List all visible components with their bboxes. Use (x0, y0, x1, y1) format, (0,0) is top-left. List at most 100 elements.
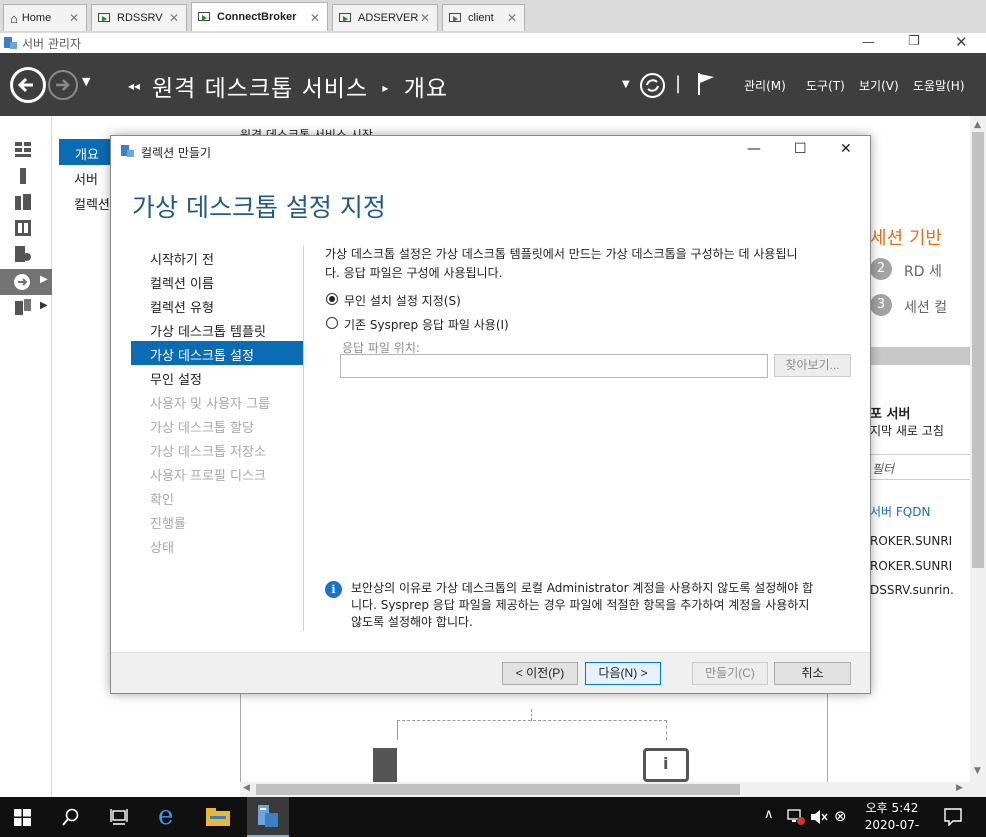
menu-view[interactable]: 보기(V) (859, 77, 899, 94)
next-button[interactable]: 다음(N) > (585, 662, 661, 685)
create-button[interactable]: 만들기(C) (692, 662, 768, 685)
browser-tab-client[interactable]: client ✕ (442, 4, 525, 31)
scroll-left-icon[interactable]: ◀ (243, 783, 250, 793)
clock-time: 오후 5:42 (865, 801, 919, 815)
menu-manage[interactable]: 관리(M) (744, 77, 786, 94)
dialog-title: 컬렉션 만들기 (141, 146, 212, 160)
close-icon[interactable]: ✕ (420, 11, 430, 25)
arrow-left-icon (17, 77, 33, 93)
table-row[interactable]: ROKER.SUNRI (870, 559, 952, 573)
browse-button[interactable]: 찾아보기... (774, 354, 851, 377)
restore-button[interactable]: ❐ (908, 34, 920, 49)
close-icon[interactable]: ✕ (507, 11, 517, 25)
wizard-step: 상태 (150, 541, 174, 556)
search-icon[interactable] (62, 808, 80, 826)
taskbar-clock[interactable]: 오후 5:42 2020-07-03 (858, 800, 926, 837)
menu-help[interactable]: 도움말(H) (913, 77, 965, 94)
breadcrumb-root[interactable]: 원격 데스크톱 서비스 (152, 76, 368, 102)
taskbar: e ∧ ⊗ 오후 5:42 2020-07-03 (0, 797, 986, 837)
scroll-up-icon[interactable]: ▲ (974, 120, 981, 130)
expand-icon[interactable]: ▶ (40, 300, 48, 311)
expand-icon: ▶ (40, 274, 48, 285)
internet-explorer-icon[interactable]: e (158, 801, 173, 831)
scroll-thumb[interactable] (972, 132, 984, 568)
filter-placeholder: 필터 (872, 462, 895, 476)
network-icon[interactable] (787, 809, 805, 825)
sidebar-selected-rds[interactable]: ▶ (0, 269, 52, 295)
iis-icon[interactable] (15, 246, 32, 262)
close-icon[interactable]: ✕ (169, 11, 179, 25)
wizard-step[interactable]: 무인 설정 (150, 369, 202, 388)
previous-button[interactable]: < 이전(P) (502, 662, 578, 685)
scroll-down-icon[interactable]: ▼ (974, 766, 981, 776)
wizard-step[interactable]: 시작하기 전 (150, 249, 214, 268)
all-servers-icon[interactable] (15, 194, 32, 210)
refresh-button[interactable] (640, 73, 665, 98)
file-explorer-icon[interactable] (206, 808, 230, 826)
diagram-connector (531, 709, 532, 721)
nav-item-collections[interactable]: 컬렉션 (74, 194, 110, 213)
dropdown-icon[interactable]: ▼ (622, 79, 630, 90)
nav-item-servers[interactable]: 서버 (74, 169, 98, 188)
wizard-step[interactable]: 컬렉션 이름 (150, 273, 214, 292)
flag-icon[interactable] (696, 71, 718, 97)
radio-unattended-label[interactable]: 무인 설치 설정 지정(S) (344, 292, 461, 309)
browser-tab-home[interactable]: ⌂ Home ✕ (3, 4, 87, 31)
step3-text[interactable]: 세션 컬 (904, 297, 947, 317)
browser-tab-adserver[interactable]: ADSERVER ✕ (332, 4, 438, 31)
local-server-icon[interactable] (15, 168, 32, 184)
dialog-maximize-button[interactable]: ☐ (794, 141, 807, 157)
dashboard-icon[interactable] (15, 142, 32, 158)
wizard-step[interactable]: 가상 데스크톱 템플릿 (150, 321, 266, 340)
menu-tools[interactable]: 도구(T) (806, 77, 845, 94)
task-view-icon[interactable] (110, 809, 128, 825)
scroll-right-icon[interactable]: ▶ (956, 783, 963, 793)
wizard-step-current[interactable]: 가상 데스크톱 설정 (150, 345, 254, 364)
browser-tab-rdssrv[interactable]: RDSSRV ✕ (91, 4, 187, 31)
file-storage-icon[interactable] (15, 220, 32, 236)
volume-muted-icon[interactable] (810, 809, 828, 825)
action-center-icon[interactable] (944, 808, 962, 826)
server-heading: 포 서버 (870, 407, 911, 422)
close-button[interactable]: ✕ (955, 33, 968, 51)
notification-badge-icon[interactable]: ⊗ (834, 807, 847, 825)
vertical-scrollbar[interactable]: ▲ ▼ (970, 116, 986, 797)
taskbar-server-manager[interactable] (247, 797, 289, 837)
scroll-thumb[interactable] (256, 784, 740, 795)
table-row[interactable]: DSSRV.sunrin. (870, 583, 954, 597)
windows-start-icon[interactable] (14, 809, 31, 826)
info-line: 않도록 설정해야 합니다. (351, 615, 473, 629)
wizard-step[interactable]: 컬렉션 유형 (150, 297, 214, 316)
nav-item-label: 개요 (75, 148, 99, 163)
minimize-button[interactable]: — (862, 35, 875, 50)
wizard-step: 사용자 프로필 디스크 (150, 469, 266, 484)
horizontal-scrollbar[interactable]: ◀ ▶ (240, 782, 970, 797)
dialog-minimize-button[interactable]: — (747, 141, 761, 157)
radio-sysprep[interactable] (326, 317, 338, 329)
wsus-icon[interactable] (15, 299, 32, 315)
tab-label: Home (21, 12, 52, 24)
table-row[interactable]: ROKER.SUNRI (870, 534, 952, 548)
radio-unattended[interactable] (326, 293, 338, 305)
refresh-text: 지막 새로 고침 (870, 424, 944, 438)
dialog-close-button[interactable]: ✕ (840, 141, 852, 157)
radio-sysprep-label[interactable]: 기존 Sysprep 응답 파일 사용(I) (344, 316, 509, 333)
column-header-fqdn[interactable]: 서버 FQDN (870, 503, 930, 520)
tab-label: RDSSRV (117, 12, 163, 24)
step2-text[interactable]: RD 세 (904, 261, 942, 281)
step-number-2: 2 (870, 258, 892, 280)
wizard-step: 사용자 및 사용자 그룹 (150, 397, 271, 412)
close-icon[interactable]: ✕ (69, 11, 79, 25)
history-dropdown-icon[interactable]: ▼ (82, 75, 90, 88)
back-button[interactable] (10, 67, 46, 103)
deployment-diagram: i (240, 694, 828, 782)
close-icon[interactable]: ✕ (310, 11, 320, 25)
browser-tab-connectbroker[interactable]: ConnectBroker ✕ (191, 2, 328, 31)
filter-input[interactable]: 필터 (870, 454, 970, 480)
answer-file-input[interactable] (340, 354, 768, 378)
chevron-up-icon[interactable]: ∧ (764, 807, 774, 822)
cancel-button[interactable]: 취소 (774, 662, 851, 685)
sidebar: ▶ ▶ (0, 116, 52, 797)
forward-button[interactable] (48, 70, 78, 100)
description-text: 가상 데스크톱 설정은 가상 데스크톱 템플릿에서 만드는 가상 데스크톱을 구… (325, 245, 798, 281)
